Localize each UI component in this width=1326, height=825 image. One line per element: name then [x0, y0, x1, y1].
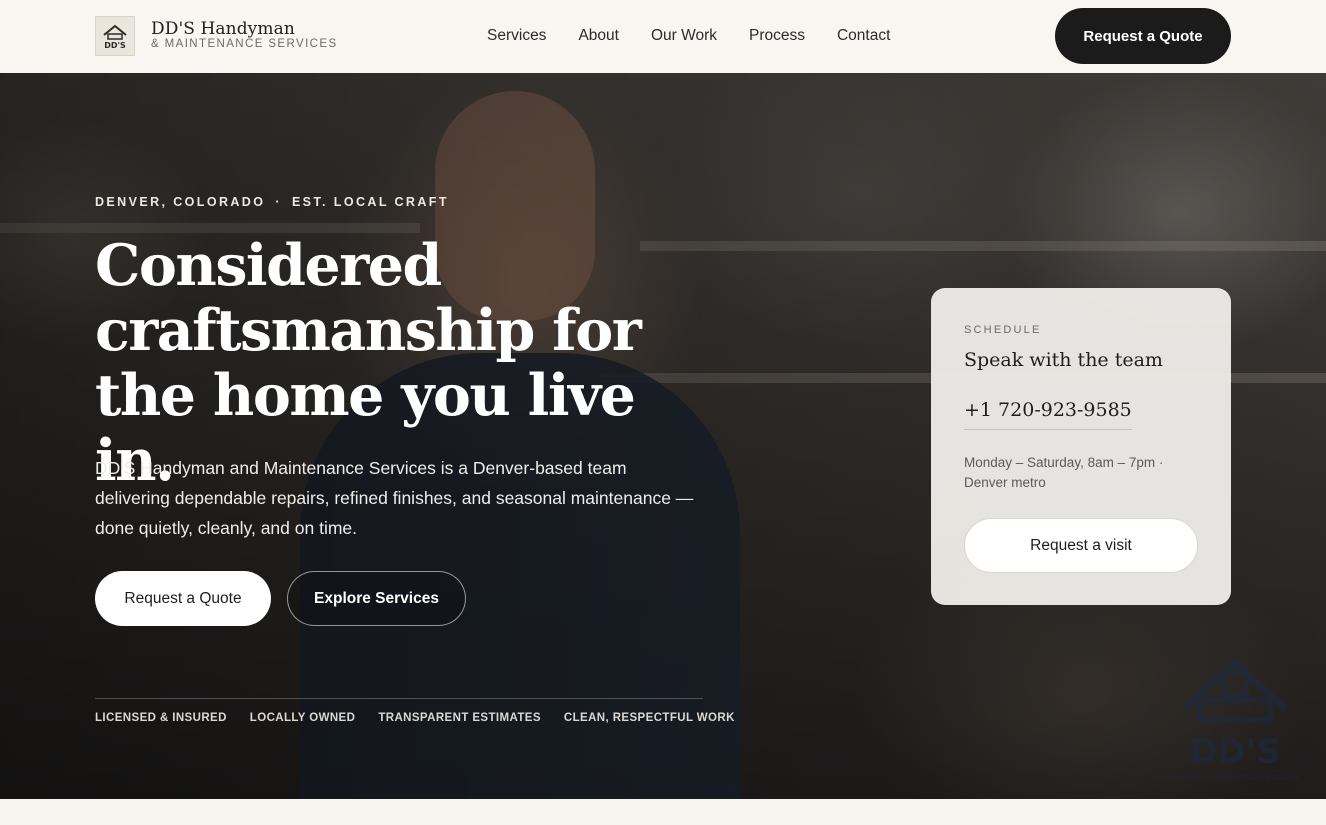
svg-text:HANDYMAN AND MAINTENANCE SERVI: HANDYMAN AND MAINTENANCE SERVICES	[1170, 774, 1300, 782]
business-hours: Monday – Saturday, 8am – 7pm · Denver me…	[964, 455, 1164, 490]
svg-text:DD'S: DD'S	[1189, 732, 1280, 772]
hero-subtitle: DD'S Handyman and Maintenance Services i…	[95, 458, 694, 538]
brand-logo[interactable]: DD'S	[95, 16, 135, 56]
header-request-quote-button[interactable]: Request a Quote	[1055, 8, 1231, 64]
schedule-card: SCHEDULE Speak with the team +1 720-923-…	[931, 288, 1231, 605]
trust-item: TRANSPARENT ESTIMATES	[378, 712, 541, 724]
dds-watermark-logo: DD'S HANDYMAN AND MAINTENANCE SERVICES	[1170, 658, 1300, 782]
nav-our-work[interactable]: Our Work	[651, 27, 717, 45]
phone-link[interactable]: +1 720-923-9585	[964, 399, 1132, 430]
nav-process[interactable]: Process	[749, 27, 805, 45]
hero-eyebrow: DENVER, COLORADO · EST. LOCAL CRAFT	[95, 195, 449, 209]
eyebrow-separator: ·	[275, 195, 282, 209]
trust-item: LOCALLY OWNED	[249, 712, 356, 724]
eyebrow-location: DENVER, COLORADO	[95, 195, 266, 209]
site-header: DD'S DD'S Handyman & MAINTENANCE SERVICE…	[0, 0, 1326, 73]
brand-tagline: & MAINTENANCE SERVICES	[151, 38, 338, 50]
brand-name[interactable]: DD'S Handyman	[151, 19, 295, 39]
svg-text:DD'S: DD'S	[104, 41, 126, 50]
trust-item: LICENSED & INSURED	[95, 712, 227, 724]
nav-about[interactable]: About	[578, 27, 619, 45]
house-logo-icon: DD'S	[103, 24, 127, 50]
trust-divider	[95, 698, 703, 699]
explore-services-button[interactable]: Explore Services	[287, 571, 466, 626]
nav-services[interactable]: Services	[487, 27, 546, 45]
eyebrow-tag: EST. LOCAL CRAFT	[291, 195, 449, 209]
trust-badges: LICENSED & INSURED LOCALLY OWNED TRANSPA…	[95, 712, 758, 724]
main-nav: Services About Our Work Process Contact	[487, 27, 922, 45]
request-visit-button[interactable]: Request a visit	[964, 518, 1198, 573]
hero-request-quote-button[interactable]: Request a Quote	[95, 571, 271, 626]
card-eyebrow: SCHEDULE	[964, 324, 1042, 336]
trust-item: CLEAN, RESPECTFUL WORK	[563, 712, 735, 724]
card-title: Speak with the team	[964, 349, 1163, 371]
nav-contact[interactable]: Contact	[837, 27, 890, 45]
hero-section: DENVER, COLORADO · EST. LOCAL CRAFT Consid…	[0, 73, 1326, 799]
